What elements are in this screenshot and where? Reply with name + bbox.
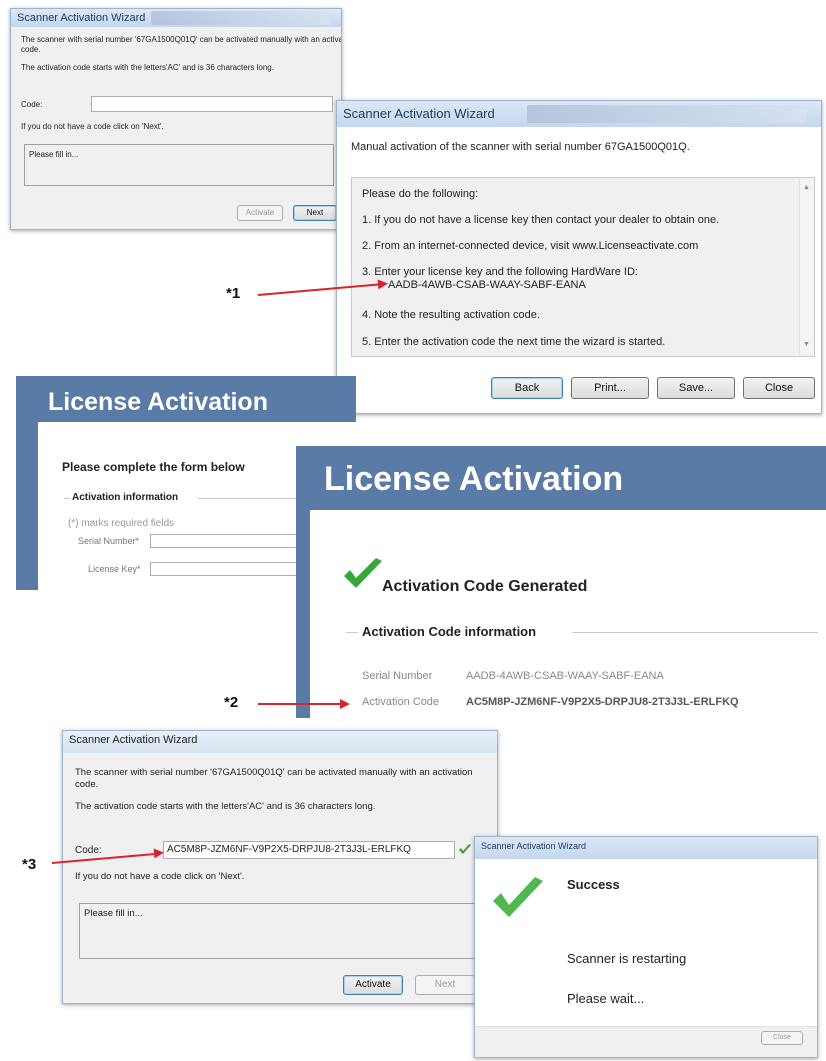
wizard-bottom-window: Scanner Activation Wizard The scanner wi… — [62, 730, 498, 1004]
wizard-top-activate-button[interactable]: Activate — [237, 205, 283, 221]
success-line1: Scanner is restarting — [567, 951, 687, 966]
success-close-button[interactable]: Close — [761, 1031, 803, 1045]
manual-dialog-titlebar: Scanner Activation Wizard — [337, 101, 821, 127]
result-code-label: Activation Code — [362, 696, 440, 708]
result-serial-label: Serial Number — [362, 670, 433, 682]
arrow-3-head — [153, 847, 165, 859]
license-form-banner: License Activation — [48, 388, 268, 416]
section-rule — [64, 498, 70, 499]
step-4: 4. Note the resulting activation code. — [362, 309, 540, 321]
wizard-top-line1: The scanner with serial number '67GA1500… — [21, 35, 342, 44]
arrow-2-head — [340, 699, 350, 709]
marker-3: *3 — [22, 856, 37, 873]
manual-dialog-window: Scanner Activation Wizard Manual activat… — [336, 100, 822, 414]
wizard-bottom-next-button[interactable]: Next — [415, 975, 475, 995]
wizard-bottom-title: Scanner Activation Wizard — [69, 734, 198, 746]
wizard-bottom-activate-button[interactable]: Activate — [343, 975, 403, 995]
license-result-panel: License Activation Activation Code Gener… — [296, 446, 826, 718]
license-form-section: Activation information — [72, 492, 179, 503]
wizard-bottom-titlebar: Scanner Activation Wizard — [63, 731, 497, 753]
wizard-bottom-status-box: Please fill in... — [79, 903, 481, 959]
arrow-2 — [258, 703, 342, 705]
valid-check-icon — [459, 844, 471, 854]
section-rule — [572, 632, 818, 633]
save-button[interactable]: Save... — [657, 377, 735, 399]
marker-1: *1 — [226, 285, 241, 302]
wizard-top-hint: If you do not have a code click on 'Next… — [21, 122, 164, 131]
title-blur — [151, 11, 331, 25]
steps-intro: Please do the following: — [362, 188, 479, 200]
wizard-bottom-code-input[interactable]: AC5M8P-JZM6NF-V9P2X5-DRPJU8-2T3J3L-ERLFK… — [163, 841, 455, 859]
manual-dialog-header: Manual activation of the scanner with se… — [351, 141, 690, 153]
wizard-top-next-button[interactable]: Next — [293, 205, 337, 221]
step-3: 3. Enter your license key and the follow… — [362, 266, 638, 278]
wizard-bottom-status: Please fill in... — [84, 908, 143, 919]
required-note: (*) marks required fields — [68, 518, 175, 529]
wizard-bottom-line1b: code. — [75, 779, 99, 790]
scroll-down-icon[interactable]: ▼ — [803, 341, 810, 348]
wizard-top-titlebar: Scanner Activation Wizard — [11, 9, 341, 27]
back-button[interactable]: Back — [491, 377, 563, 399]
section-rule — [346, 632, 358, 633]
success-dialog-body: Success Scanner is restarting Please wai… — [475, 859, 817, 1057]
generated-title: Activation Code Generated — [382, 578, 588, 595]
marker-2: *2 — [224, 694, 239, 711]
hardware-id: AADB-4AWB-CSAB-WAAY-SABF-EANA — [388, 279, 586, 291]
wizard-bottom-line1: The scanner with serial number '67GA1500… — [75, 767, 473, 778]
print-button[interactable]: Print... — [571, 377, 649, 399]
step-1: 1. If you do not have a license key then… — [362, 214, 720, 226]
steps-panel: Please do the following: 1. If you do no… — [351, 177, 815, 357]
success-check-icon — [493, 877, 543, 917]
result-code-value: AC5M8P-JZM6NF-V9P2X5-DRPJU8-2T3J3L-ERLFK… — [466, 696, 739, 708]
manual-dialog-title: Scanner Activation Wizard — [343, 106, 495, 121]
wizard-top-status-box: Please fill in... — [24, 144, 334, 186]
manual-dialog-body: Manual activation of the scanner with se… — [337, 127, 821, 413]
wizard-top-window: Scanner Activation Wizard The scanner wi… — [10, 8, 342, 230]
license-label: License Key* — [88, 564, 141, 574]
success-dialog-titlebar: Scanner Activation Wizard — [475, 837, 817, 859]
result-section: Activation Code information — [362, 624, 537, 639]
wizard-top-line1b: code. — [21, 45, 41, 54]
arrow-1-head — [377, 278, 389, 290]
wizard-top-code-input[interactable] — [91, 96, 333, 112]
wizard-bottom-line2: The activation code starts with the lett… — [75, 801, 376, 812]
wizard-top-body: The scanner with serial number '67GA1500… — [11, 27, 341, 229]
wizard-top-line2: The activation code starts with the lett… — [21, 63, 274, 72]
scroll-up-icon[interactable]: ▲ — [803, 184, 810, 191]
wizard-bottom-body: The scanner with serial number '67GA1500… — [63, 753, 497, 1003]
license-result-content: Activation Code Generated Activation Cod… — [310, 510, 826, 718]
license-result-banner: License Activation — [324, 460, 624, 498]
title-blur — [527, 105, 807, 123]
serial-label: Serial Number* — [78, 536, 140, 546]
wizard-bottom-code-label: Code: — [75, 845, 102, 856]
wizard-top-code-label: Code: — [21, 100, 43, 109]
wizard-bottom-hint: If you do not have a code click on 'Next… — [75, 871, 245, 882]
success-line2: Please wait... — [567, 991, 645, 1006]
step-5: 5. Enter the activation code the next ti… — [362, 336, 666, 348]
result-serial-value: AADB-4AWB-CSAB-WAAY-SABF-EANA — [466, 670, 664, 682]
license-form-heading: Please complete the form below — [62, 460, 245, 474]
success-heading: Success — [567, 877, 620, 892]
success-dialog-window: Scanner Activation Wizard Success Scanne… — [474, 836, 818, 1058]
wizard-top-title: Scanner Activation Wizard — [17, 12, 146, 24]
success-dialog-title: Scanner Activation Wizard — [481, 841, 587, 851]
check-icon — [344, 558, 382, 588]
steps-scrollbar[interactable]: ▲ ▼ — [799, 178, 814, 354]
close-button[interactable]: Close — [743, 377, 815, 399]
step-2: 2. From an internet-connected device, vi… — [362, 240, 699, 252]
wizard-top-status: Please fill in... — [29, 150, 79, 159]
